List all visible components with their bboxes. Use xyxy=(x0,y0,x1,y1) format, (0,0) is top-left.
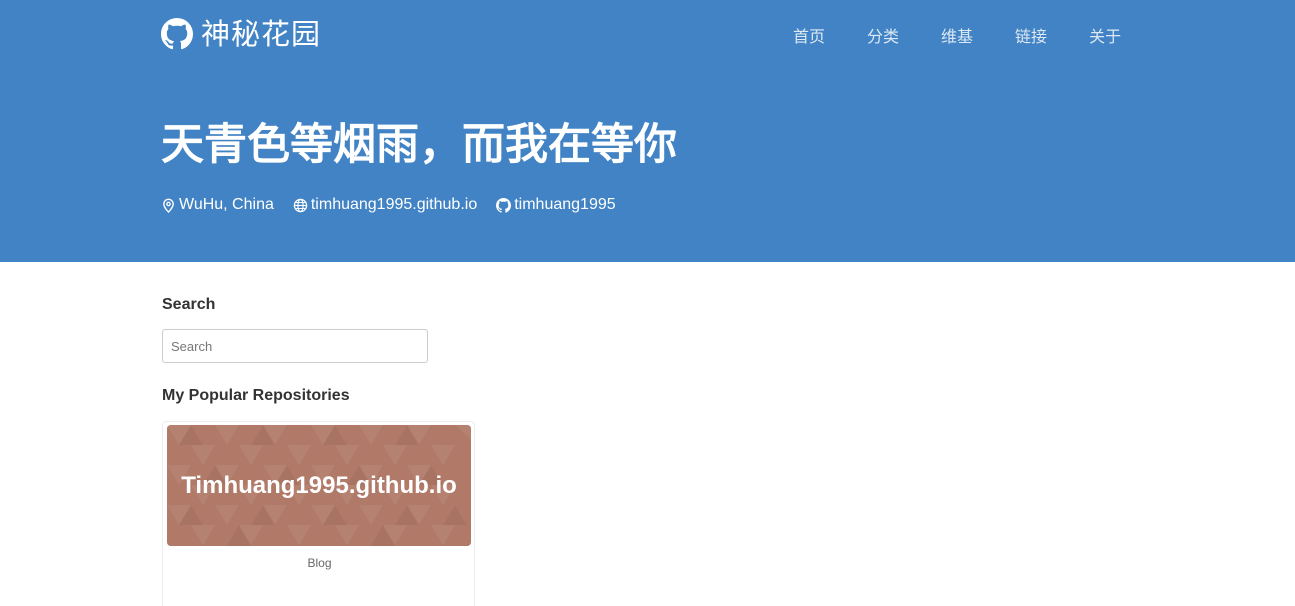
website-link[interactable]: timhuang1995.github.io xyxy=(293,196,477,214)
globe-icon xyxy=(293,198,308,212)
search-input[interactable] xyxy=(162,329,428,363)
map-marker-icon xyxy=(163,198,174,213)
site-brand-link[interactable]: 神秘花园 xyxy=(161,14,321,54)
nav-item-categories[interactable]: 分类 xyxy=(867,26,899,48)
search-heading: Search xyxy=(162,296,216,313)
location-item: WuHu, China xyxy=(161,196,274,214)
popular-repos-heading: My Popular Repositories xyxy=(162,387,350,404)
repo-card[interactable]: Timhuang1995.github.io Blog xyxy=(162,421,475,606)
github-username: timhuang1995 xyxy=(514,196,616,213)
site-title: 神秘花园 xyxy=(201,17,322,51)
site-header: 神秘花园 首页 分类 维基 链接 关于 天青色等烟雨，而我在等你 WuHu, C… xyxy=(0,0,1295,262)
github-icon xyxy=(496,197,512,213)
repo-thumbnail[interactable]: Timhuang1995.github.io xyxy=(167,425,471,546)
profile-meta: WuHu, China timhuang1995.github.io timhu… xyxy=(161,193,616,217)
website-text: timhuang1995.github.io xyxy=(310,196,478,213)
nav-item-about[interactable]: 关于 xyxy=(1089,26,1121,48)
github-profile-link[interactable]: timhuang1995 xyxy=(496,196,616,214)
repo-description: Blog xyxy=(307,556,332,570)
nav-item-links[interactable]: 链接 xyxy=(1015,26,1047,48)
main-nav: 首页 分类 维基 链接 关于 xyxy=(793,26,1121,48)
page-motto: 天青色等烟雨，而我在等你 xyxy=(161,120,677,170)
nav-item-home[interactable]: 首页 xyxy=(793,26,825,48)
nav-item-wiki[interactable]: 维基 xyxy=(941,26,973,48)
repo-name: Timhuang1995.github.io xyxy=(181,471,457,499)
github-icon xyxy=(161,18,193,50)
location-text: WuHu, China xyxy=(179,196,274,213)
